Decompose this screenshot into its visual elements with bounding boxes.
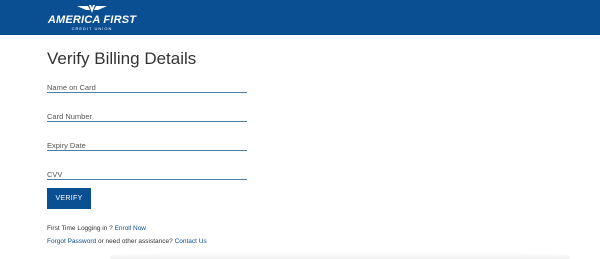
expiry-date-input[interactable] — [47, 139, 247, 152]
cvv-field[interactable] — [47, 164, 247, 181]
expiry-date-field[interactable] — [47, 135, 247, 152]
logo-wordmark: AMERICA FIRST — [47, 14, 137, 26]
name-on-card-input[interactable] — [47, 81, 247, 94]
verify-button[interactable]: VERIFY — [47, 188, 91, 209]
cvv-input[interactable] — [47, 168, 247, 181]
card-number-field[interactable] — [47, 106, 247, 123]
page-title: Verify Billing Details — [47, 49, 197, 68]
assistance-line: Forgot Password or need other assistance… — [47, 238, 207, 245]
forgot-password-link[interactable]: Forgot Password — [47, 238, 96, 245]
assistance-text: or need other assistance? — [97, 238, 173, 245]
card-number-input[interactable] — [47, 110, 247, 123]
first-time-text: First Time Logging in ? — [47, 225, 113, 232]
enroll-line: First Time Logging in ? Enroll Now — [47, 225, 146, 232]
enroll-now-link[interactable]: Enroll Now — [115, 225, 146, 232]
top-header-bar: AMERICA FIRST CREDIT UNION — [0, 0, 600, 35]
logo-subtitle: CREDIT UNION — [71, 26, 113, 31]
contact-us-link[interactable]: Contact Us — [175, 238, 207, 245]
footer-shadow-divider — [110, 252, 570, 259]
site-logo[interactable]: AMERICA FIRST CREDIT UNION — [46, 4, 138, 32]
name-on-card-field[interactable] — [47, 77, 247, 94]
